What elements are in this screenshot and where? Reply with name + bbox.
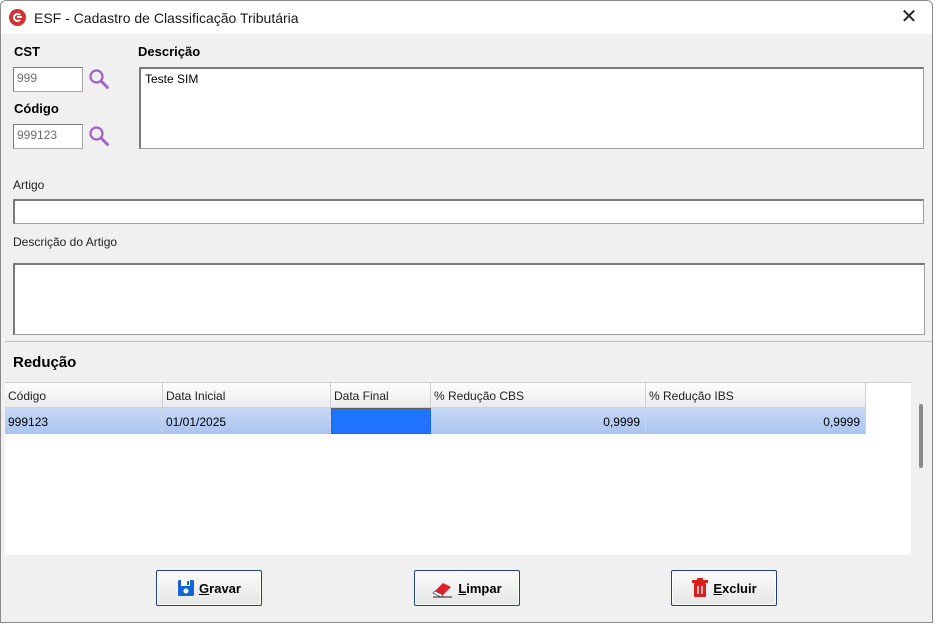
trash-icon (692, 578, 709, 597)
descricao-label: Descrição (138, 44, 201, 59)
cell-codigo[interactable]: 999123 (5, 408, 163, 434)
gravar-label: Gravar (199, 580, 241, 596)
gravar-button[interactable]: Gravar (156, 570, 262, 606)
column-header-reducao-cbs[interactable]: % Redução CBS (431, 383, 646, 408)
excluir-button[interactable]: Excluir (671, 570, 777, 606)
grid-header: Código Data Inicial Data Final % Redução… (5, 383, 866, 408)
codigo-field[interactable]: 999123 (13, 124, 83, 149)
codigo-search-icon[interactable] (88, 125, 110, 147)
descricao-textarea[interactable]: Teste SIM (139, 67, 924, 149)
excluir-label: Excluir (713, 580, 757, 596)
artigo-label: Artigo (13, 178, 45, 192)
column-header-data-inicial[interactable]: Data Inicial (163, 383, 331, 408)
eraser-icon (432, 583, 453, 598)
column-header-reducao-ibs[interactable]: % Redução IBS (646, 383, 866, 408)
codigo-label: Código (14, 101, 59, 116)
dialog-window: ESF - Cadastro de Classificação Tributár… (0, 0, 933, 623)
cell-data-inicial[interactable]: 01/01/2025 (163, 408, 331, 434)
window-title: ESF - Cadastro de Classificação Tributár… (34, 10, 299, 26)
reducao-section-header: Redução (5, 341, 932, 381)
descricao-artigo-label: Descrição do Artigo (13, 235, 118, 249)
cst-field[interactable]: 999 (13, 67, 83, 92)
close-button[interactable]: ✕ (886, 1, 932, 34)
artigo-field[interactable] (13, 199, 924, 224)
app-logo-icon (9, 9, 26, 26)
cell-reducao-ibs[interactable]: 0,9999 (646, 408, 866, 434)
cell-reducao-cbs[interactable]: 0,9999 (431, 408, 646, 434)
descricao-artigo-textarea[interactable] (13, 263, 925, 335)
cell-data-final[interactable] (331, 408, 431, 434)
cst-label: CST (14, 44, 40, 59)
column-header-data-final[interactable]: Data Final (331, 383, 431, 408)
grid-scrollbar[interactable] (919, 404, 923, 468)
title-bar: ESF - Cadastro de Classificação Tributár… (1, 1, 932, 34)
column-header-codigo[interactable]: Código (5, 383, 163, 408)
cst-search-icon[interactable] (88, 68, 110, 90)
limpar-label: Limpar (458, 580, 502, 596)
reducao-grid[interactable]: Código Data Inicial Data Final % Redução… (5, 382, 911, 555)
table-row[interactable]: 999123 01/01/2025 0,9999 0,9999 (5, 408, 866, 434)
reducao-title: Redução (13, 354, 77, 371)
limpar-button[interactable]: Limpar (414, 570, 520, 606)
floppy-disk-icon (178, 580, 195, 596)
